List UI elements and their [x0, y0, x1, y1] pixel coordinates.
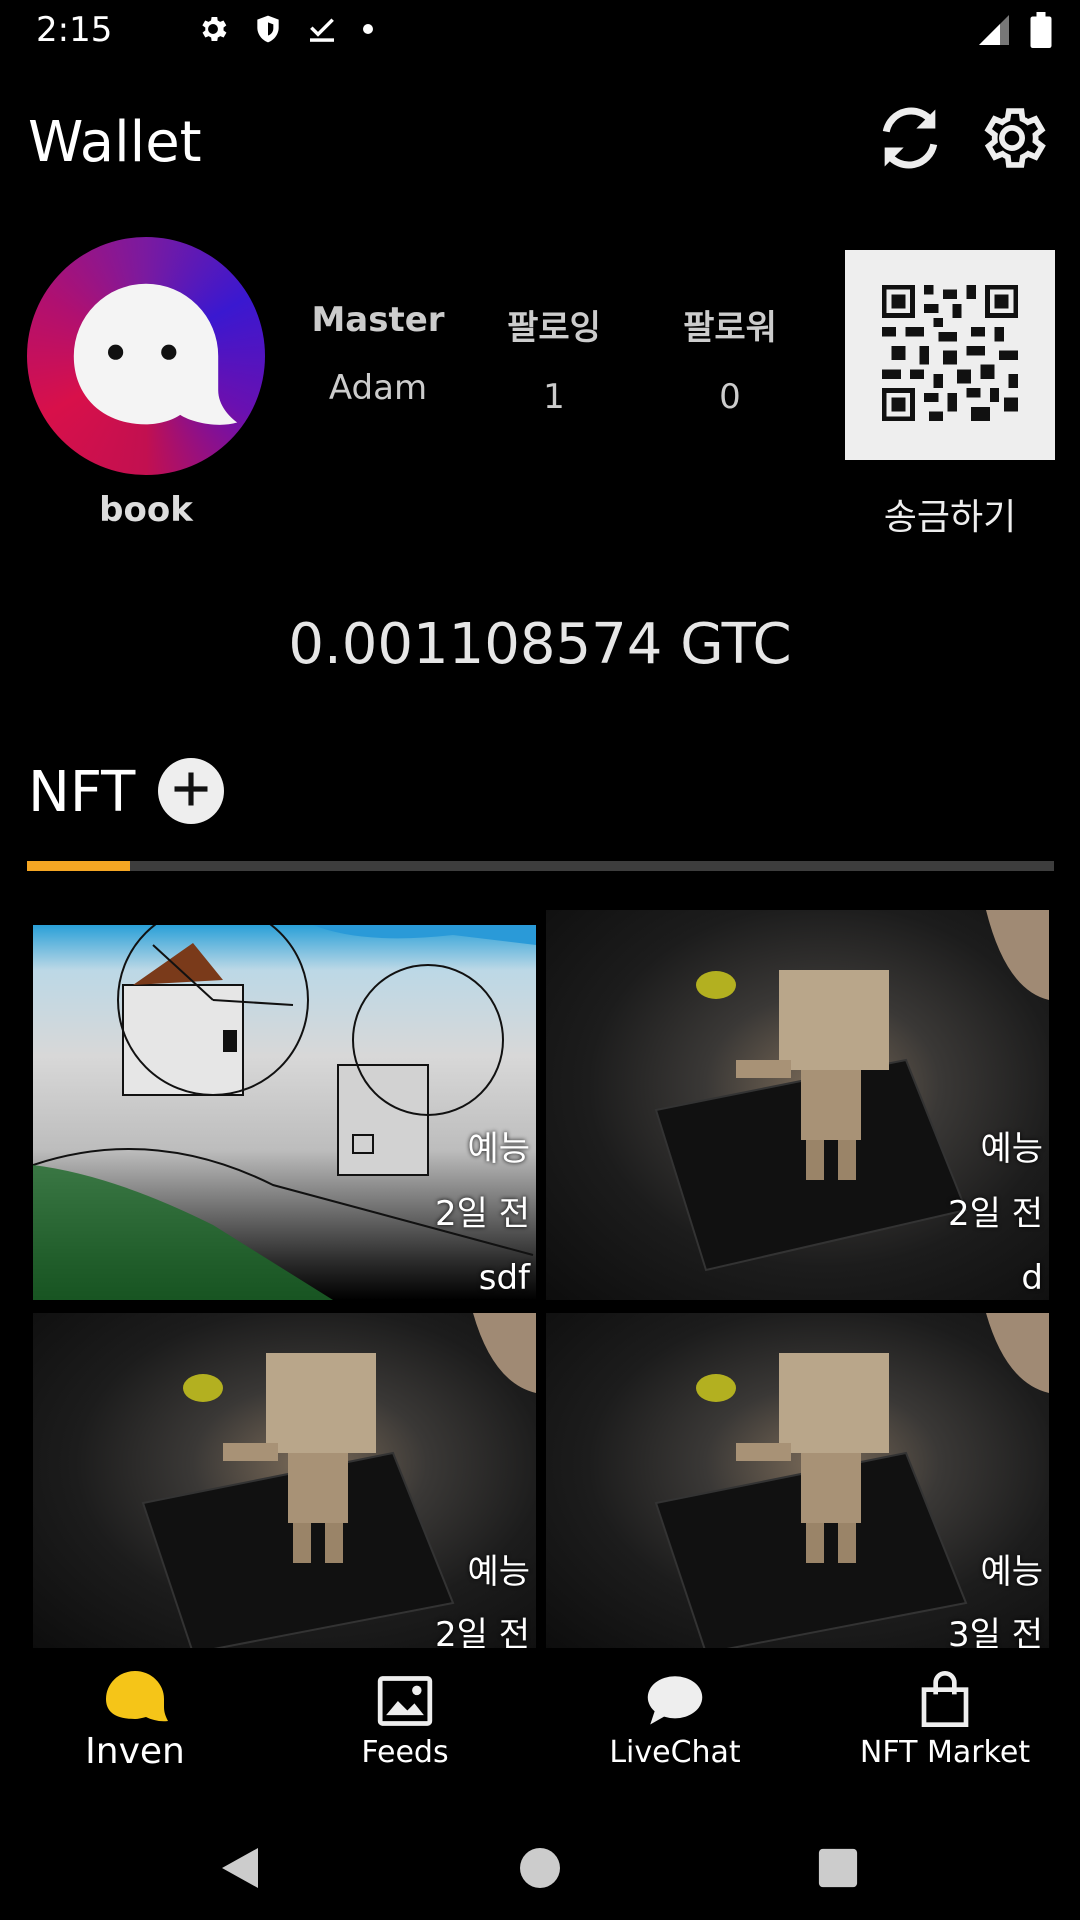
system-nav-bar — [0, 1810, 1080, 1920]
stat-following[interactable]: 팔로잉 1 — [474, 300, 634, 417]
avatar-ghost-icon — [39, 249, 253, 463]
nft-card[interactable]: 예능 3일 전 — [546, 1313, 1049, 1648]
signal-icon — [976, 12, 1012, 52]
image-icon — [270, 1655, 540, 1727]
back-icon — [218, 1844, 262, 1896]
stat-label: 팔로워 — [683, 308, 777, 348]
gear-icon — [196, 12, 230, 50]
stat-followers[interactable]: 팔로워 0 — [650, 300, 810, 417]
status-time: 2:15 — [36, 10, 113, 50]
nft-card[interactable]: 예능 2일 전 sdf — [33, 925, 536, 1300]
nft-tab-track — [27, 861, 1054, 871]
battery-icon — [1030, 12, 1052, 52]
recents-icon — [817, 1847, 859, 1893]
nft-card[interactable]: 예능 2일 전 d — [546, 910, 1049, 1300]
status-bar: 2:15 — [0, 0, 1080, 64]
stat-value: 0 — [719, 377, 741, 417]
chat-bubble-icon — [0, 1655, 270, 1727]
nft-time: 2일 전 — [435, 1194, 530, 1234]
username: book — [99, 490, 193, 530]
nav-label: NFT Market — [859, 1735, 1031, 1770]
nft-name: sdf — [478, 1258, 530, 1298]
speech-bubble-icon — [540, 1655, 810, 1727]
back-button[interactable] — [210, 1840, 270, 1900]
bottom-nav: Inven Feeds LiveChat NFT Market — [0, 1655, 1080, 1795]
plus-circle-icon — [169, 767, 213, 815]
refresh-button[interactable] — [870, 100, 950, 180]
nft-time: 2일 전 — [435, 1615, 530, 1648]
stat-label: Master — [311, 300, 445, 340]
settings-button[interactable] — [972, 100, 1052, 180]
nav-item-feeds[interactable]: Feeds — [270, 1655, 540, 1770]
settings-icon — [974, 100, 1050, 180]
page-title: Wallet — [28, 110, 202, 175]
nav-label: Inven — [85, 1731, 185, 1772]
home-button[interactable] — [510, 1840, 570, 1900]
nft-category: 예능 — [467, 1129, 530, 1169]
nft-thumbnail — [546, 910, 1049, 1300]
stat-master: Master Adam — [298, 300, 458, 408]
nft-thumbnail — [33, 1313, 536, 1648]
nft-time: 3일 전 — [948, 1615, 1043, 1648]
stat-value: 1 — [543, 377, 565, 417]
qr-code-icon — [882, 285, 1018, 425]
shield-icon — [252, 12, 284, 50]
nft-card[interactable]: 예능 2일 전 — [33, 1313, 536, 1648]
stat-label: 팔로잉 — [507, 308, 601, 348]
download-check-icon — [306, 12, 338, 50]
shopping-bag-icon — [810, 1655, 1080, 1727]
recents-button[interactable] — [808, 1840, 868, 1900]
send-button[interactable]: 송금하기 — [845, 488, 1055, 540]
nft-name: d — [1021, 1258, 1043, 1298]
status-icons — [196, 12, 376, 50]
nft-time: 2일 전 — [948, 1194, 1043, 1234]
stat-value: Adam — [328, 368, 428, 408]
nft-thumbnail — [33, 925, 536, 1300]
nft-category: 예능 — [980, 1552, 1043, 1592]
nav-item-nft-market[interactable]: NFT Market — [810, 1655, 1080, 1770]
nft-tab-indicator — [27, 861, 130, 871]
nav-item-inven[interactable]: Inven — [0, 1655, 270, 1772]
home-icon — [518, 1846, 562, 1894]
status-right — [976, 12, 1052, 52]
nft-thumbnail — [546, 1313, 1049, 1648]
wallet-balance: 0.001108574 GTC — [288, 612, 792, 677]
add-nft-button[interactable] — [158, 758, 224, 824]
nft-section-title: NFT — [28, 760, 136, 825]
nav-item-livechat[interactable]: LiveChat — [540, 1655, 810, 1770]
nft-category: 예능 — [467, 1552, 530, 1592]
refresh-icon — [872, 100, 948, 180]
nft-category: 예능 — [980, 1129, 1043, 1169]
avatar[interactable] — [27, 237, 265, 475]
nav-label: Feeds — [361, 1735, 449, 1770]
dot-icon — [360, 12, 376, 50]
nav-label: LiveChat — [609, 1735, 741, 1770]
qr-code-button[interactable] — [845, 250, 1055, 460]
